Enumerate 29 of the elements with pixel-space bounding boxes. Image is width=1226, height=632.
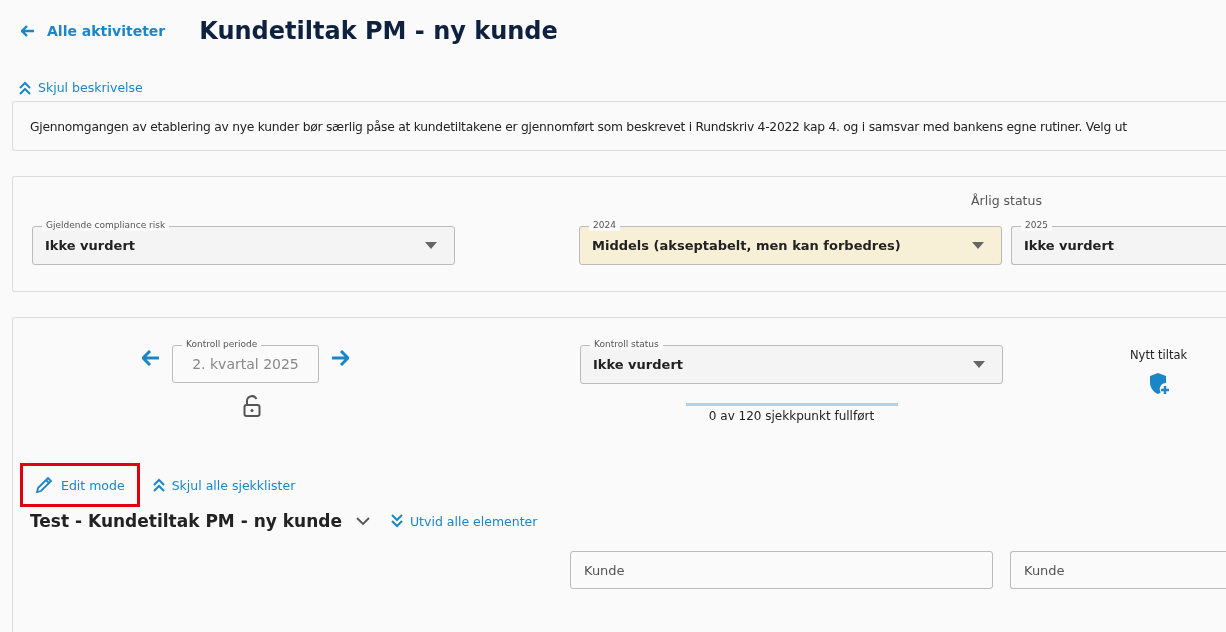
next-period-button[interactable] [331, 350, 349, 366]
progress-text: 0 av 120 sjekkpunkt fullført [708, 409, 875, 423]
customer-input-field[interactable]: Kunde [570, 551, 993, 589]
annual-status-select[interactable]: 2024 Middels (akseptabelt, men kan forbedres) [579, 218, 1002, 265]
chevrons-up-icon [151, 478, 166, 492]
customer-input-field[interactable]: Kunde [1010, 551, 1226, 589]
arrow-left-icon [21, 25, 35, 37]
dropdown-caret-icon [425, 242, 437, 249]
hide-all-checklists-link[interactable]: Skjul alle sjekklister [151, 477, 296, 493]
dropdown-caret-icon [972, 242, 984, 249]
expand-all-link[interactable]: Utvid alle elementer [389, 513, 538, 529]
page-title: Kundetiltak PM - ny kunde [199, 17, 558, 45]
dropdown-caret-icon [973, 361, 985, 368]
description-text: Gjennomgangen av etablering av nye kunder bør særlig påse at kundetiltakene er gjennomført som beskrevet i Rundskriv 4-2022 kap 4. og i samsvar med bankens egne rutiner. Velg ut [30, 120, 1127, 134]
chevron-icon[interactable] [355, 516, 370, 526]
back-link[interactable]: Alle aktiviteter [21, 23, 166, 39]
annual-status-select[interactable]: 2025 Ikke vurdert [1011, 218, 1226, 265]
chevrons-down-icon [389, 514, 404, 528]
shield-plus-icon[interactable] [1147, 372, 1170, 396]
checklist-title: Test - Kundetiltak PM - ny kunde [30, 511, 342, 531]
new-measure-label: Nytt tiltak [1130, 348, 1188, 362]
hide-description-link[interactable]: Skjul beskrivelse [18, 80, 143, 95]
edit-mode-link[interactable]: Edit mode [20, 463, 140, 507]
previous-period-button[interactable] [142, 350, 160, 366]
control-status-select[interactable]: Kontroll status Ikke vurdert [580, 337, 1003, 384]
compliance-risk-select[interactable]: Gjeldende compliance risk Ikke vurdert [32, 218, 455, 265]
pencil-icon [35, 476, 53, 494]
chevrons-icon [18, 80, 32, 95]
annual-status-label: Årlig status [971, 193, 1042, 208]
